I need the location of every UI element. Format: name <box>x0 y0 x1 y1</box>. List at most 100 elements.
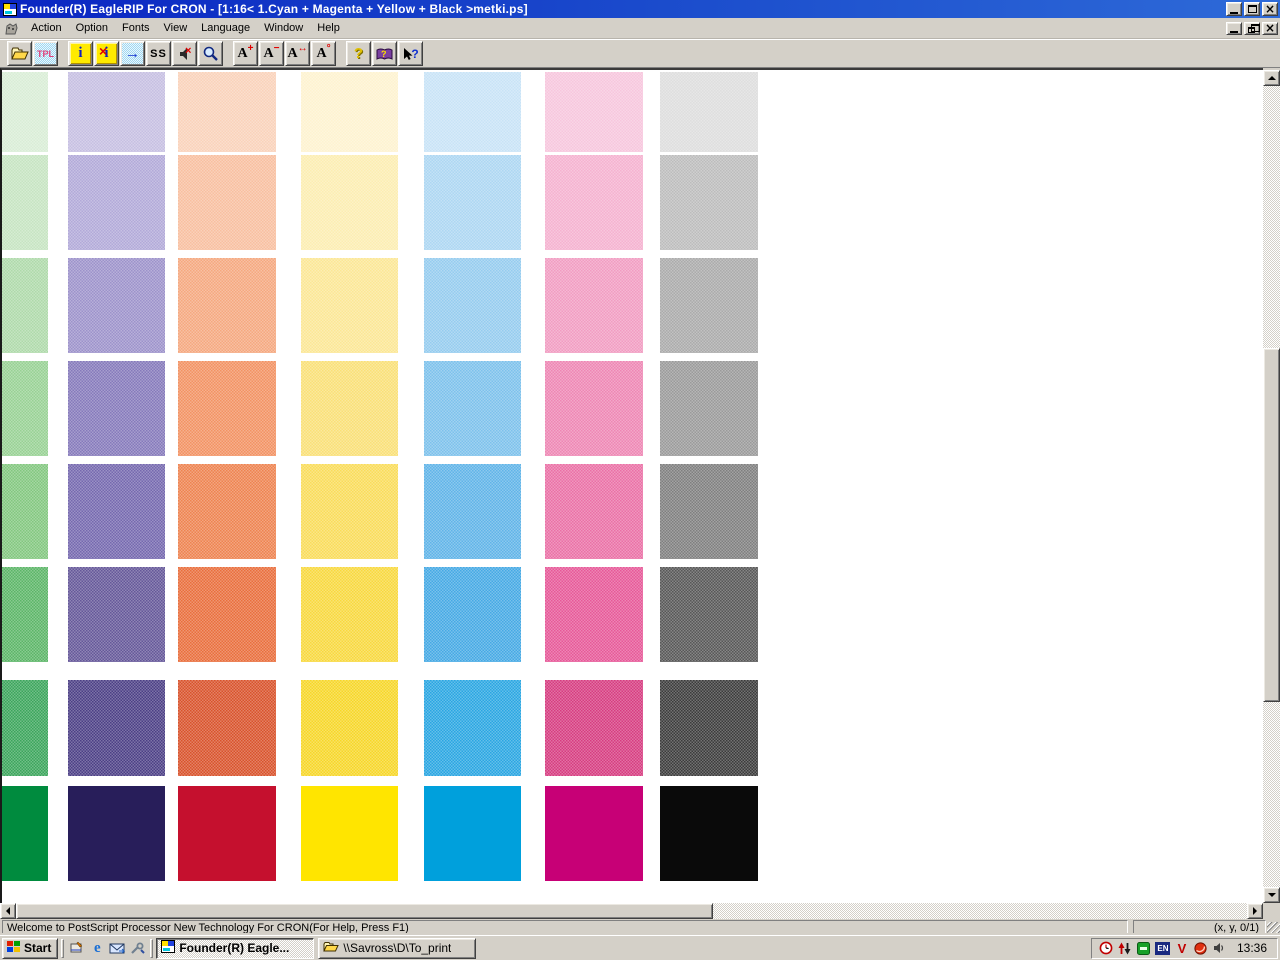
color-swatch-black-3 <box>660 258 758 353</box>
menu-item-window[interactable]: Window <box>257 20 310 36</box>
help-topics-button[interactable]: ? <box>372 41 397 66</box>
context-help-icon: ? <box>400 43 421 64</box>
resize-grip[interactable] <box>1267 922 1280 935</box>
color-swatch-black-2 <box>660 155 758 250</box>
color-swatch-green-7 <box>2 680 48 776</box>
title-bar[interactable]: Founder(R) EagleRIP For CRON - [1:16< 1.… <box>0 0 1280 18</box>
color-swatch-violet-5 <box>68 464 165 559</box>
vscroll-thumb[interactable] <box>1263 348 1280 702</box>
vertical-scrollbar[interactable] <box>1263 70 1280 903</box>
color-swatch-yellow-4 <box>301 361 398 456</box>
zoom-button[interactable] <box>198 41 223 66</box>
scroll-up-button[interactable] <box>1263 70 1280 86</box>
menu-item-option[interactable]: Option <box>69 20 115 36</box>
folder-icon <box>323 941 340 956</box>
open-file-button[interactable] <box>7 41 32 66</box>
help-button[interactable]: ? <box>346 41 371 66</box>
minimize-button[interactable] <box>1226 2 1242 16</box>
taskbar-handle[interactable] <box>150 938 154 958</box>
task-button-active[interactable]: Founder(R) Eagle... <box>156 937 315 959</box>
document-icon[interactable] <box>4 21 20 36</box>
scroll-left-button[interactable] <box>0 903 16 919</box>
taskbar-clock[interactable]: 13:36 <box>1231 941 1271 955</box>
mdi-close-button[interactable]: × <box>1262 21 1278 35</box>
horizontal-scrollbar[interactable] <box>0 903 1263 919</box>
mute-button[interactable]: × <box>172 41 197 66</box>
a-mod-icon: A ↔ <box>287 43 308 61</box>
tray-language-indicator[interactable]: EN <box>1155 940 1171 956</box>
quicklaunch-tools-icon[interactable] <box>127 938 147 958</box>
font-width-button[interactable]: A ↔ <box>285 41 310 66</box>
tray-updown-arrows-icon[interactable] <box>1117 940 1133 956</box>
window-title: Founder(R) EagleRIP For CRON - [1:16< 1.… <box>20 2 528 16</box>
font-increase-button[interactable]: A + <box>233 41 258 66</box>
menu-bar: Action Option Fonts View Language Window Help … <box>0 18 1280 39</box>
ss-icon: SS <box>150 47 167 60</box>
arrow-left-icon <box>6 907 10 915</box>
scrollbar-corner <box>1263 903 1280 919</box>
menu-item-language[interactable]: Language <box>194 20 257 36</box>
tray-green-app-icon[interactable] <box>1136 940 1152 956</box>
toolbar: TPL i i × → SS × A + A − A ↔ A °??? <box>0 39 1280 68</box>
quicklaunch-show-desktop-icon[interactable] <box>67 938 87 958</box>
question-icon: ? <box>353 45 364 62</box>
info-on-button[interactable]: i <box>68 41 93 66</box>
menu-item-view[interactable]: View <box>157 20 195 36</box>
menu-item-help[interactable]: Help <box>310 20 347 36</box>
color-swatch-cyan-4 <box>424 361 521 456</box>
mdi-minimize-button[interactable] <box>1226 21 1242 35</box>
color-swatch-orange-2 <box>178 155 276 250</box>
color-swatch-black-5 <box>660 464 758 559</box>
color-swatch-black-8 <box>660 786 758 881</box>
menu-item-action[interactable]: Action <box>24 20 69 36</box>
maximize-button[interactable] <box>1244 2 1260 16</box>
color-swatch-cyan-2 <box>424 155 521 250</box>
mdi-restore-icon <box>1247 23 1260 33</box>
font-decrease-button[interactable]: A − <box>259 41 284 66</box>
mdi-restore-button[interactable] <box>1244 21 1260 35</box>
tray-antivirus-icon[interactable]: V <box>1174 940 1190 956</box>
task-button[interactable]: \\Savross\D\To_print <box>318 937 477 959</box>
menu-item-fonts[interactable]: Fonts <box>115 20 157 36</box>
color-swatch-orange-5 <box>178 464 276 559</box>
color-swatch-cyan-7 <box>424 680 521 776</box>
close-button[interactable]: × <box>1262 2 1278 16</box>
color-swatch-magenta-1 <box>545 72 643 152</box>
app-window-icon <box>161 940 176 956</box>
color-swatch-magenta-3 <box>545 258 643 353</box>
book-icon: ? <box>374 43 395 64</box>
hscroll-thumb[interactable] <box>16 903 713 919</box>
color-swatch-green-2 <box>2 155 48 250</box>
color-swatch-yellow-7 <box>301 680 398 776</box>
tray-volume-icon[interactable] <box>1212 940 1228 956</box>
context-help-button[interactable]: ? <box>398 41 423 66</box>
maximize-icon <box>1247 5 1257 13</box>
info-off-button[interactable]: i × <box>94 41 119 66</box>
color-swatch-yellow-5 <box>301 464 398 559</box>
color-swatch-magenta-4 <box>545 361 643 456</box>
start-button[interactable]: Start <box>2 937 59 959</box>
color-swatch-green-8 <box>2 786 48 881</box>
color-swatch-violet-1 <box>68 72 165 152</box>
scroll-down-button[interactable] <box>1263 887 1280 903</box>
ss-button[interactable]: SS <box>146 41 171 66</box>
font-rotate-button[interactable]: A ° <box>311 41 336 66</box>
color-swatch-orange-4 <box>178 361 276 456</box>
color-swatch-violet-8 <box>68 786 165 881</box>
color-swatch-violet-4 <box>68 361 165 456</box>
template-button[interactable]: TPL <box>33 41 58 66</box>
quicklaunch-outlook-icon[interactable] <box>107 938 127 958</box>
tray-scheduler-icon[interactable] <box>1098 940 1114 956</box>
a-mod-icon: A + <box>237 43 254 61</box>
color-swatch-orange-8 <box>178 786 276 881</box>
tray-red-ball-icon[interactable] <box>1193 940 1209 956</box>
forward-button[interactable]: → <box>120 41 145 66</box>
app-icon[interactable] <box>3 2 17 16</box>
quicklaunch-internet-explorer-icon[interactable]: e <box>87 938 107 958</box>
minimize-icon <box>1230 11 1238 14</box>
taskbar-handle[interactable] <box>61 938 65 958</box>
color-swatch-yellow-1 <box>301 72 398 152</box>
scroll-right-button[interactable] <box>1247 903 1263 919</box>
color-swatch-violet-7 <box>68 680 165 776</box>
color-swatch-magenta-2 <box>545 155 643 250</box>
